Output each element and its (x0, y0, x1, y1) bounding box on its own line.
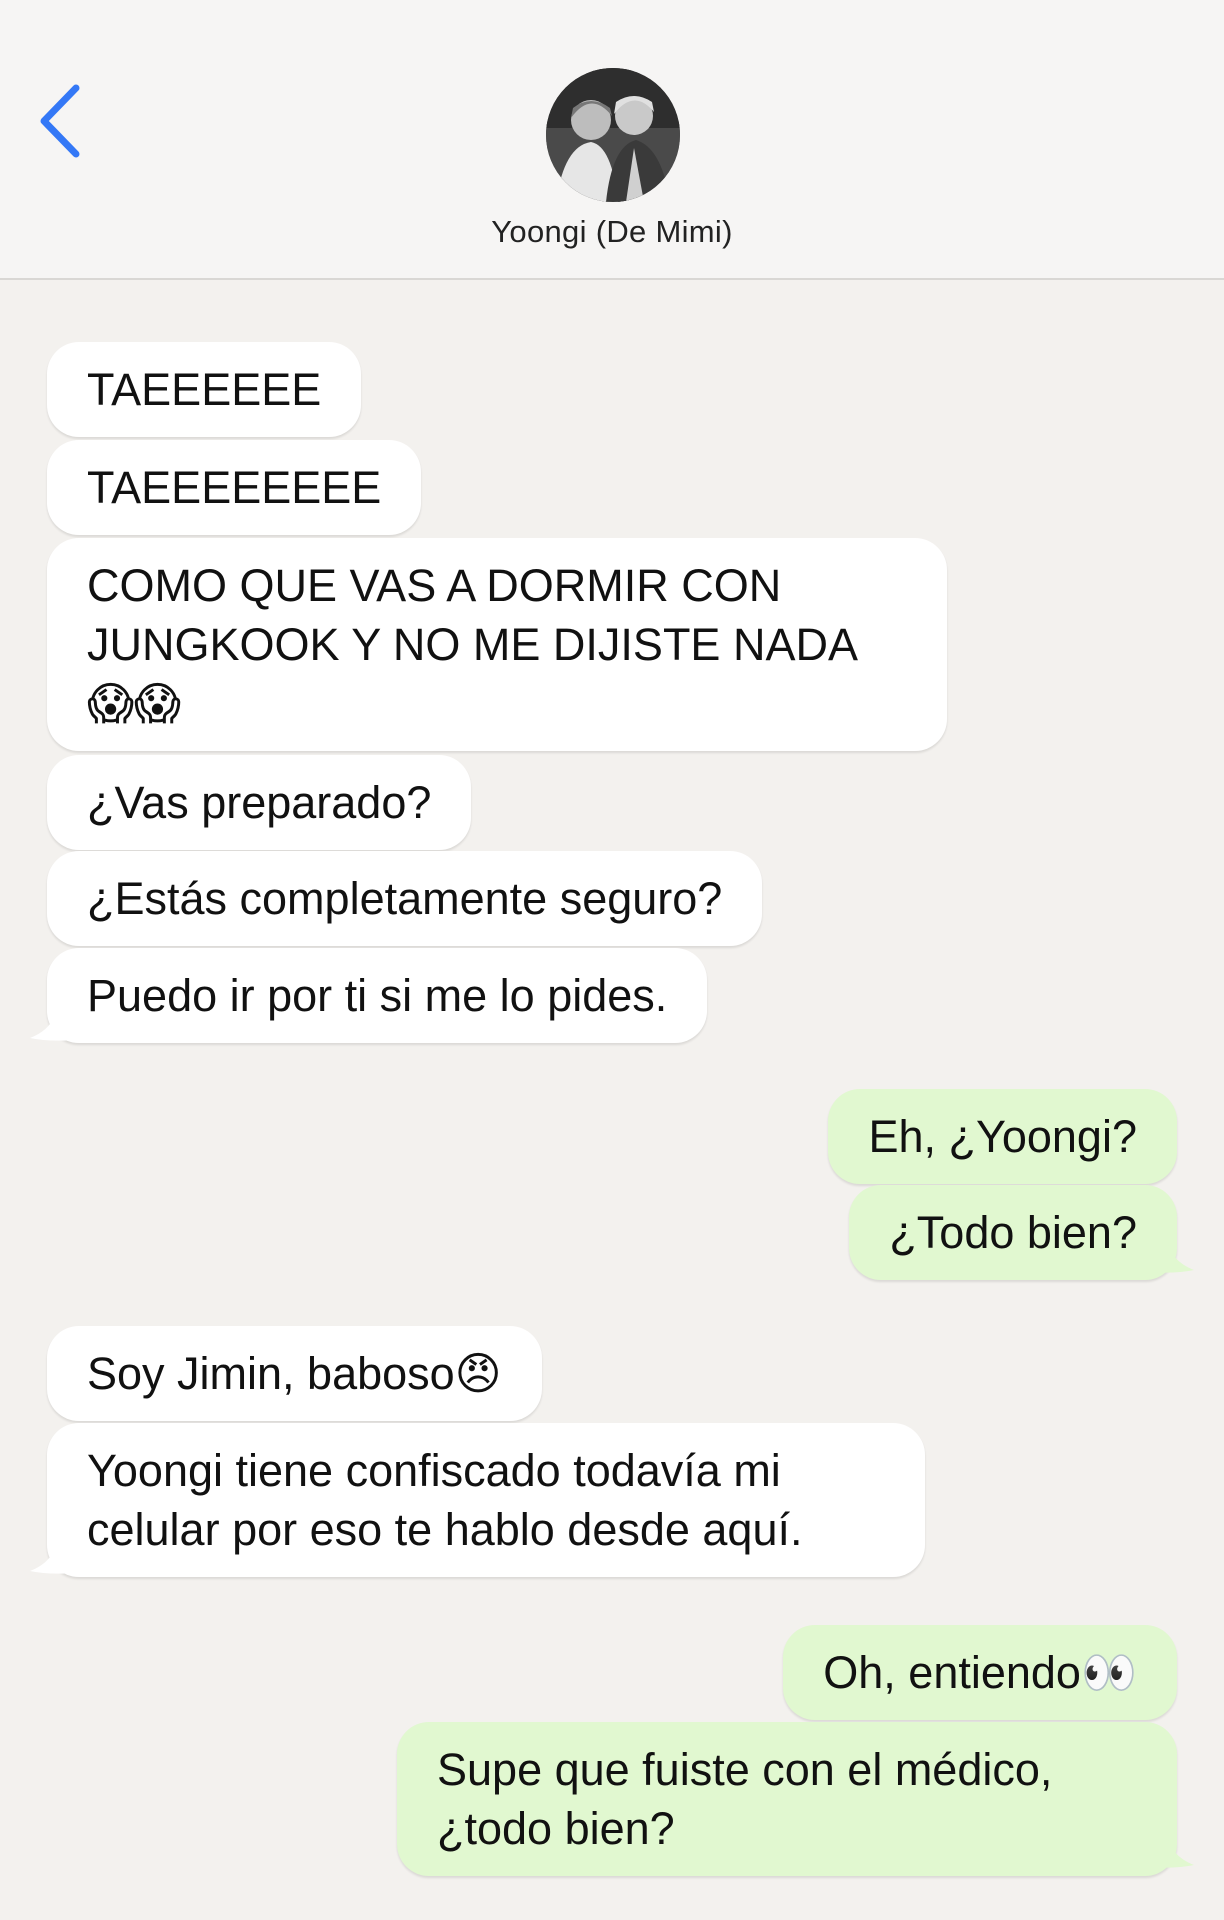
message-incoming[interactable]: ¿Estás completamente seguro? (47, 851, 763, 946)
message-outgoing[interactable]: Eh, ¿Yoongi? (828, 1089, 1177, 1184)
message-incoming[interactable]: COMO QUE VAS A DORMIR CON JUNGKOOK Y NO … (47, 538, 947, 751)
message-text: Puedo ir por ti si me lo pides. (87, 970, 668, 1021)
message-list: TAEEEEEE TAEEEEEEEE COMO QUE VAS A DORMI… (0, 282, 1224, 1920)
scream-emoji: 😱😱 (87, 677, 181, 730)
message-outgoing[interactable]: Supe que fuiste con el médico, ¿todo bie… (397, 1722, 1177, 1876)
bubble-tail (1146, 1829, 1194, 1868)
message-incoming[interactable]: Yoongi tiene confiscado todavía mi celul… (47, 1423, 925, 1577)
message-text: TAEEEEEEEE (87, 462, 382, 513)
message-text: Oh, entiendo👀 (823, 1647, 1137, 1698)
message-text-line: Supe que fuiste con el médico, (437, 1744, 1053, 1795)
message-text-line: JUNGKOOK Y NO ME DIJISTE NADA (87, 619, 858, 670)
contact-name[interactable]: Yoongi (De Mimi) (0, 214, 1224, 250)
message-text-line: Yoongi tiene confiscado todavía mi (87, 1445, 781, 1496)
message-text-line: COMO QUE VAS A DORMIR CON (87, 560, 782, 611)
message-incoming[interactable]: ¿Vas preparado? (47, 755, 472, 850)
message-text: ¿Todo bien? (889, 1207, 1137, 1258)
message-outgoing[interactable]: Oh, entiendo👀 (783, 1625, 1177, 1720)
message-text: Soy Jimin, baboso😠 (87, 1348, 502, 1399)
bubble-tail (1146, 1234, 1194, 1273)
message-text: Eh, ¿Yoongi? (868, 1111, 1137, 1162)
chat-header: Yoongi (De Mimi) (0, 0, 1224, 280)
message-outgoing[interactable]: ¿Todo bien? (849, 1185, 1177, 1280)
avatar[interactable] (546, 68, 680, 202)
message-text: ¿Estás completamente seguro? (87, 873, 723, 924)
chevron-left-icon (40, 84, 80, 158)
bubble-tail (30, 1002, 78, 1041)
message-incoming[interactable]: TAEEEEEEEE (47, 440, 422, 535)
message-incoming[interactable]: Puedo ir por ti si me lo pides. (47, 948, 708, 1043)
back-button[interactable] (28, 78, 98, 164)
contact-photo (546, 68, 680, 202)
message-text: ¿Vas preparado? (87, 777, 432, 828)
message-text-line: celular por eso te hablo desde aquí. (87, 1504, 803, 1555)
message-incoming[interactable]: TAEEEEEE (47, 342, 362, 437)
message-incoming[interactable]: Soy Jimin, baboso😠 (47, 1326, 542, 1421)
message-text: TAEEEEEE (87, 364, 322, 415)
bubble-tail (30, 1535, 78, 1574)
message-text-line: ¿todo bien? (437, 1803, 675, 1854)
